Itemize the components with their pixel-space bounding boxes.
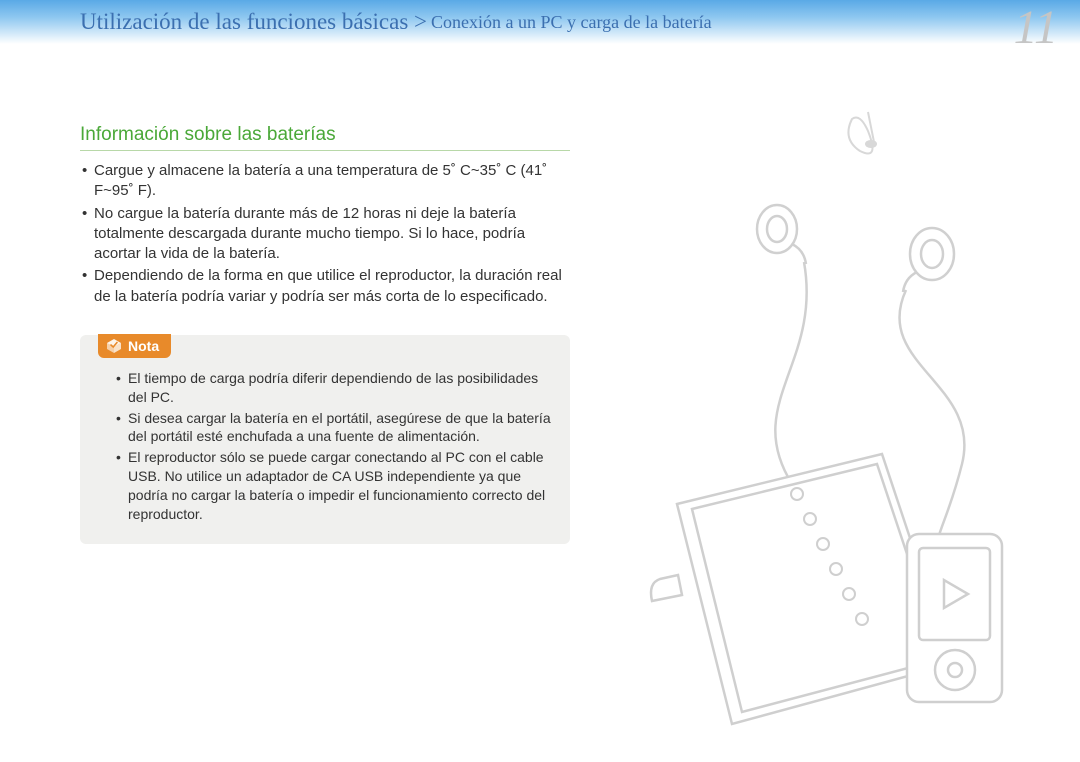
page-number: 11 <box>1014 0 1058 55</box>
left-column: Información sobre las baterías Cargue y … <box>80 124 570 544</box>
illustration-earbuds-notebook-player <box>622 104 1042 744</box>
note-tab: Nota <box>98 334 171 358</box>
section-title: Información sobre las baterías <box>80 124 570 151</box>
breadcrumb-sub: Conexión a un PC y carga de la batería <box>431 12 712 33</box>
check-cube-icon <box>106 338 122 354</box>
note-list: El tiempo de carga podría diferir depend… <box>98 369 552 524</box>
list-item: El tiempo de carga podría diferir depend… <box>114 369 552 407</box>
list-item: Dependiendo de la forma en que utilice e… <box>80 266 570 307</box>
right-column <box>600 124 1052 544</box>
header-bar: Utilización de las funciones básicas > C… <box>0 0 1080 44</box>
note-box: Nota El tiempo de carga podría diferir d… <box>80 335 570 544</box>
breadcrumb-main: Utilización de las funciones básicas > <box>80 9 427 35</box>
battery-info-list: Cargue y almacene la batería a una tempe… <box>80 161 570 307</box>
page-content: Información sobre las baterías Cargue y … <box>0 44 1080 544</box>
list-item: El reproductor sólo se puede cargar cone… <box>114 448 552 524</box>
note-label: Nota <box>128 338 159 354</box>
list-item: Cargue y almacene la batería a una tempe… <box>80 161 570 202</box>
list-item: Si desea cargar la batería en el portáti… <box>114 409 552 447</box>
list-item: No cargue la batería durante más de 12 h… <box>80 204 570 265</box>
